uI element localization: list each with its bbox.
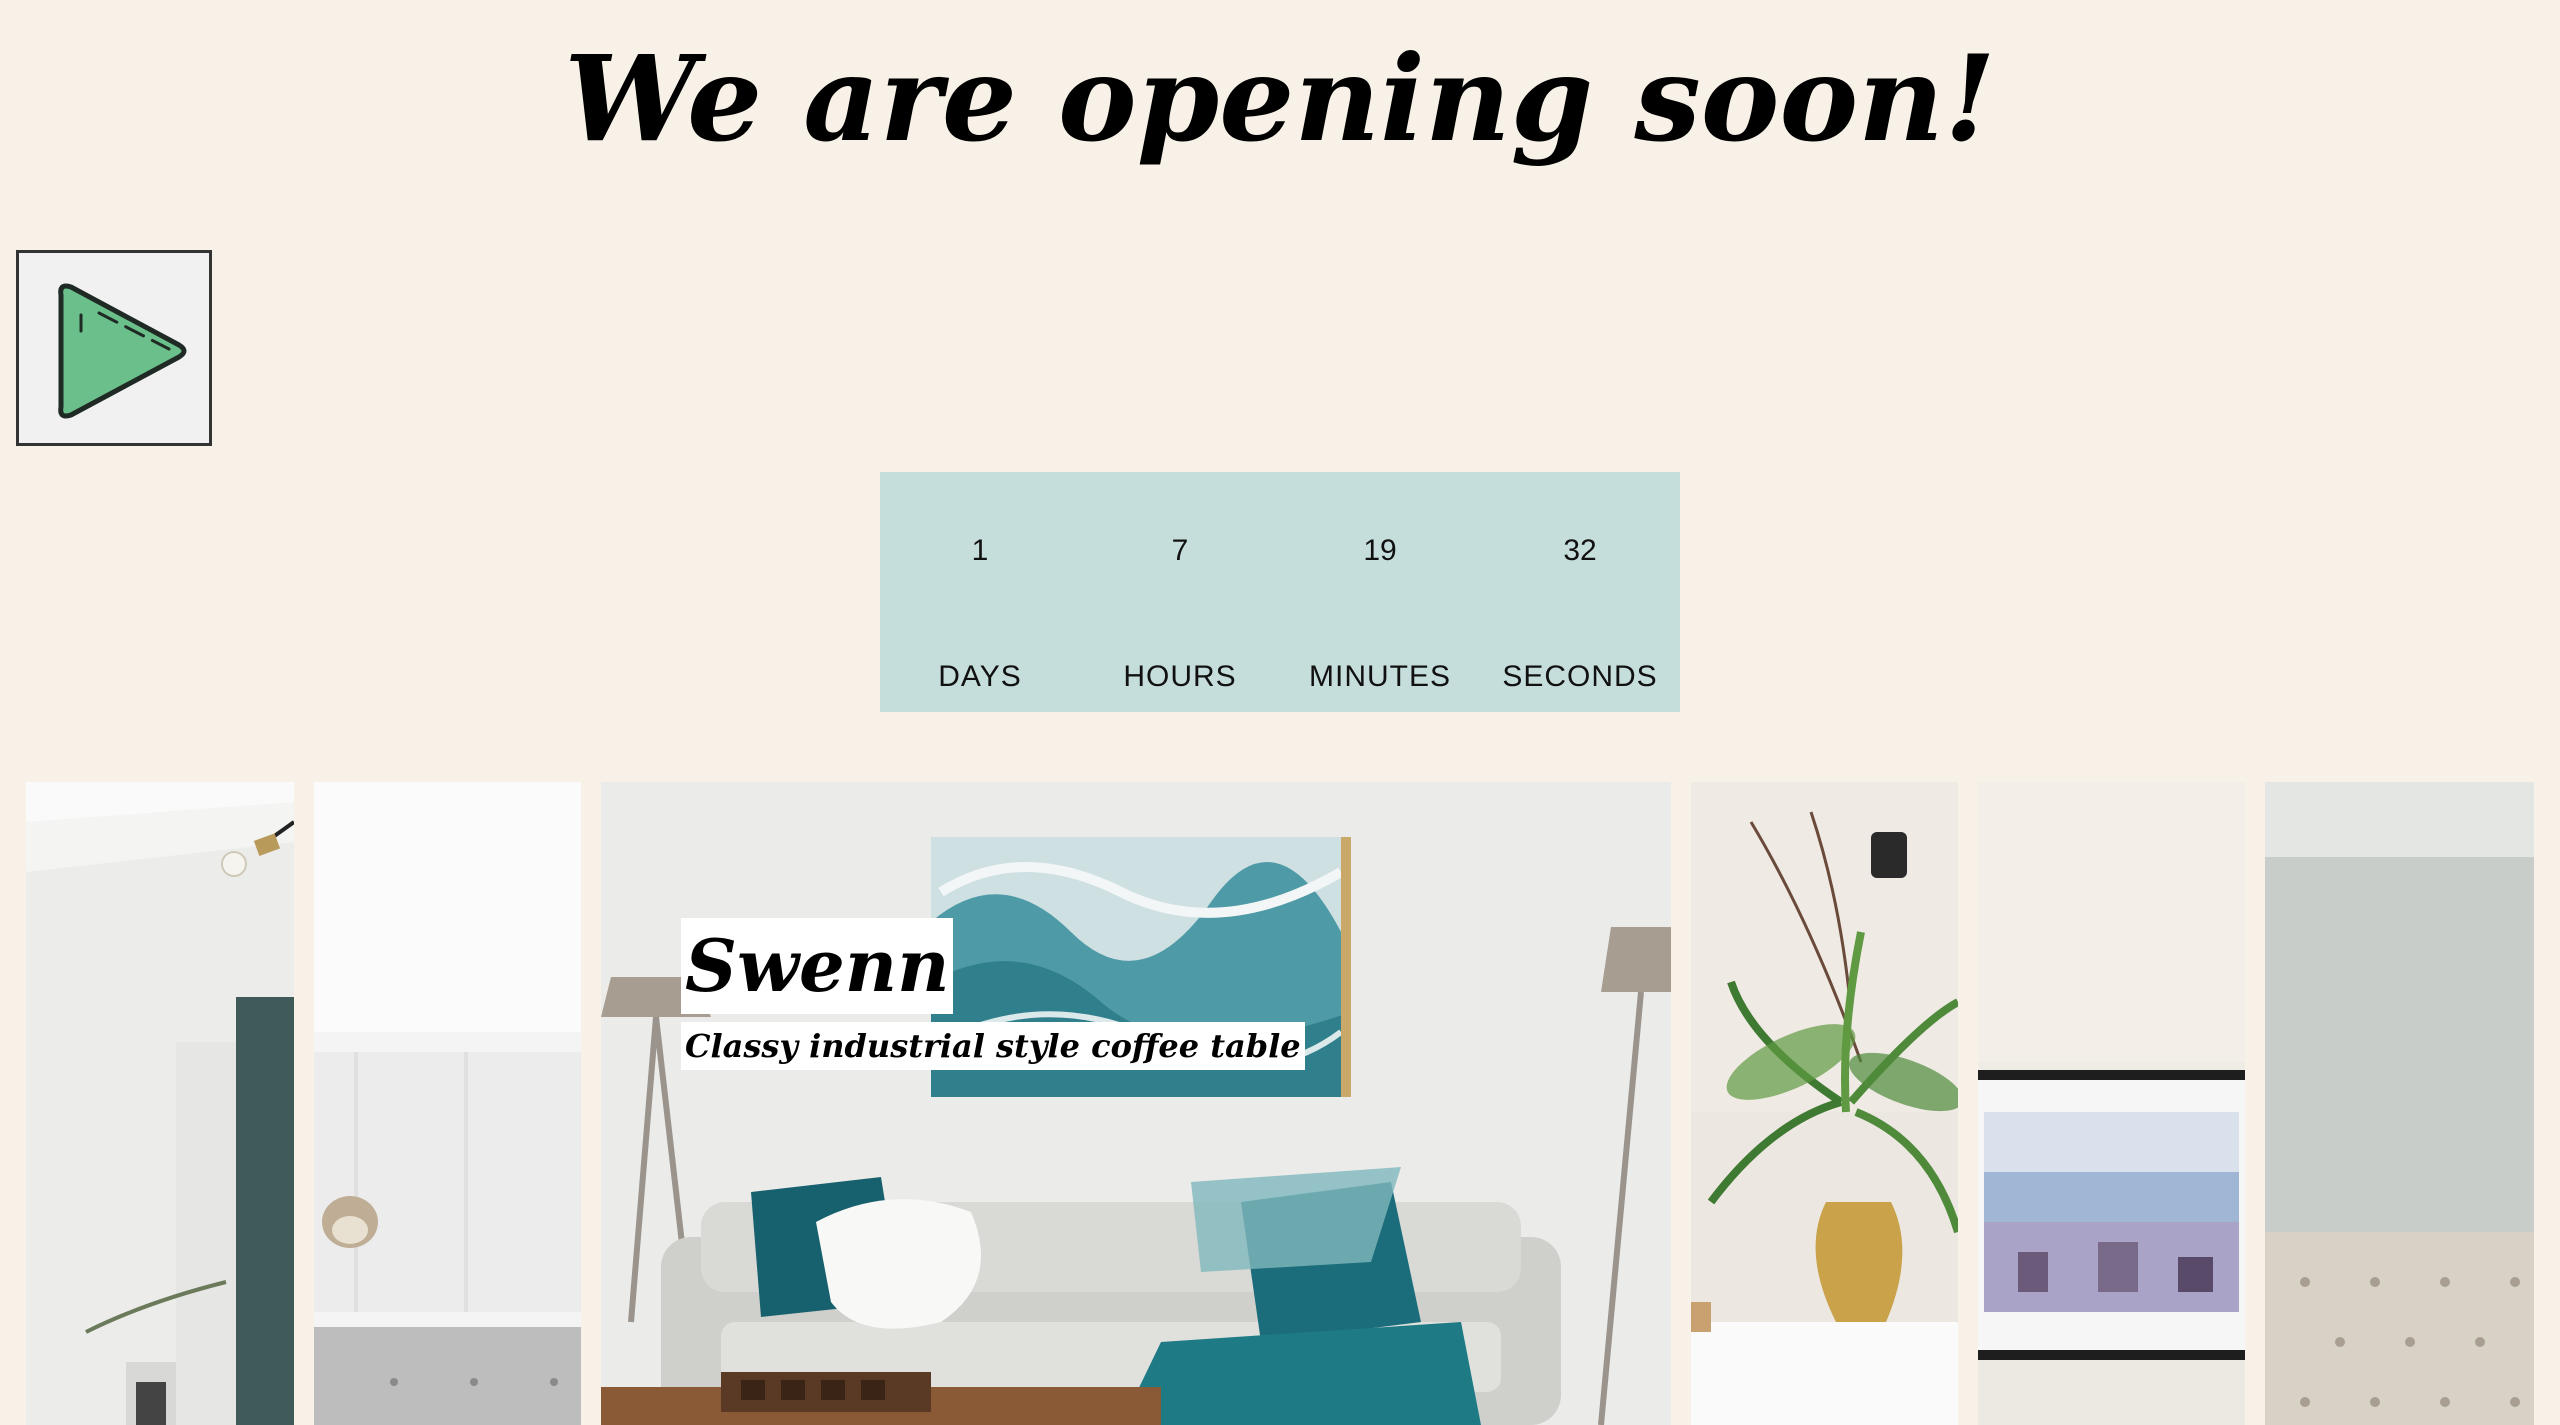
living-room-image [601,782,1671,1425]
countdown-hours: 7 HOURS [1080,472,1280,712]
page-title: We are opening soon! [564,29,1996,168]
gallery-panel-1[interactable] [26,782,294,1425]
framed-art-image [1978,782,2245,1425]
countdown-minutes: 19 MINUTES [1280,472,1480,712]
countdown-days: 1 DAYS [880,472,1080,712]
countdown-minutes-value: 19 [1363,534,1397,567]
countdown-days-label: DAYS [938,660,1022,693]
countdown-timer: 1 DAYS 7 HOURS 19 MINUTES 32 SECONDS [880,472,1680,712]
gallery-panel-6[interactable] [2265,782,2534,1425]
gallery-panel-2[interactable] [314,782,581,1425]
headboard-image [2265,782,2534,1425]
featured-caption-title: Swenn [681,918,954,1014]
loft-interior-image [26,782,294,1425]
play-icon [58,283,187,419]
window-cat-image [314,782,581,1425]
gallery-panel-featured[interactable]: Swenn Classy industrial style coffee tab… [601,782,1671,1425]
countdown-days-value: 1 [971,534,989,567]
image-gallery: Swenn Classy industrial style coffee tab… [0,782,2560,1425]
countdown-hours-value: 7 [1171,534,1189,567]
plant-vase-image [1691,782,1958,1425]
featured-caption-subtitle: Classy industrial style coffee table [681,1022,1305,1070]
gallery-panel-4[interactable] [1691,782,1958,1425]
play-button[interactable] [16,250,212,446]
countdown-seconds-value: 32 [1563,534,1597,567]
countdown-seconds: 32 SECONDS [1480,472,1680,712]
gallery-panel-5[interactable] [1978,782,2245,1425]
countdown-seconds-label: SECONDS [1502,660,1658,693]
countdown-hours-label: HOURS [1123,660,1237,693]
countdown-minutes-label: MINUTES [1309,660,1451,693]
